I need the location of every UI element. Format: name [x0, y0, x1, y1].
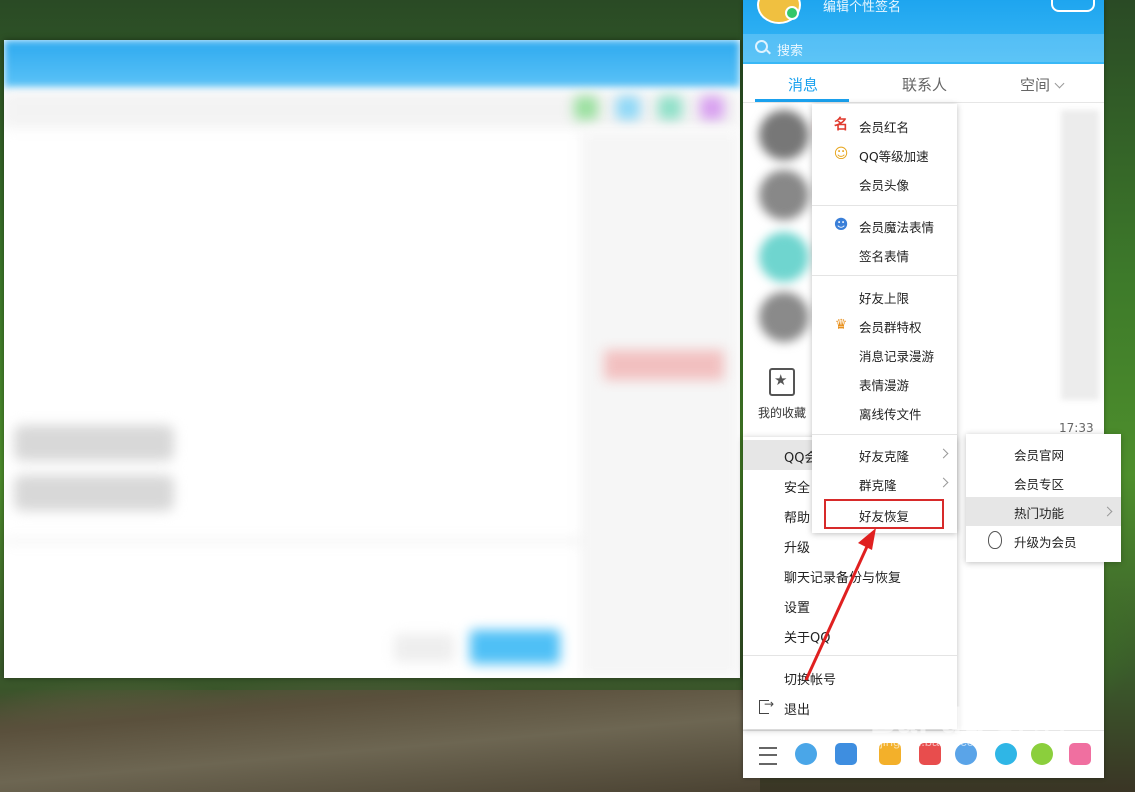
arrow-shaft [804, 539, 872, 681]
watermark-subtext: jingyan.baidu.com [880, 734, 985, 749]
annotation-arrow [804, 528, 876, 681]
arrow-head [858, 528, 876, 550]
baidu-watermark: Bai du 经验 jingyan.baidu.com [870, 690, 1080, 750]
